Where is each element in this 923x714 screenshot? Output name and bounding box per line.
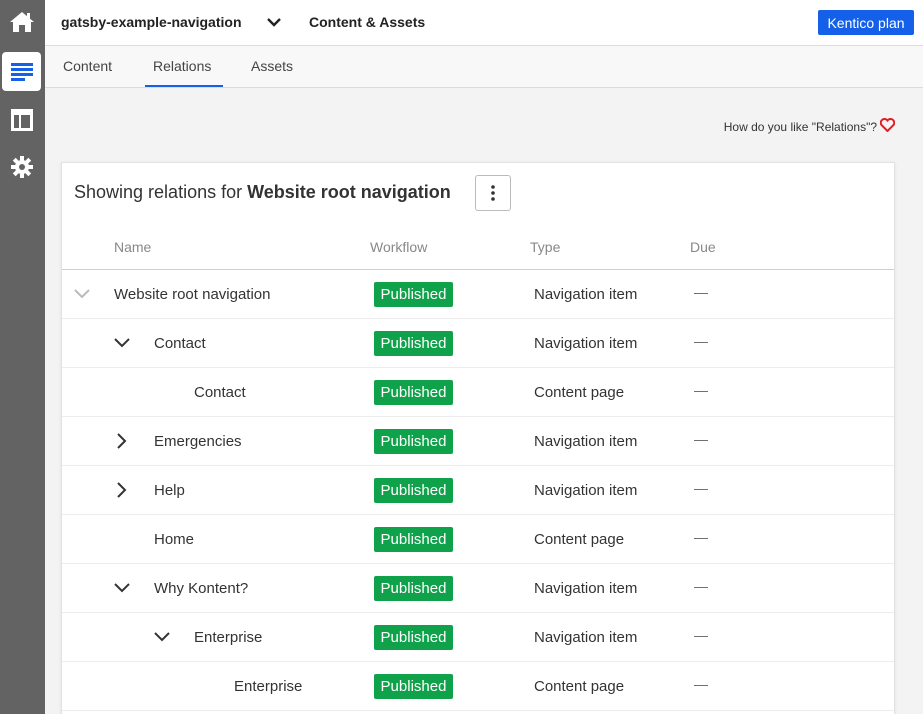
tab-content[interactable]: Content (63, 58, 112, 74)
left-rail (0, 0, 45, 714)
item-due: — (694, 529, 708, 545)
home-icon[interactable] (2, 2, 41, 41)
item-type: Content page (534, 531, 625, 548)
relation-row[interactable]: Emergencies Published Navigation item — (62, 417, 894, 466)
item-type: Content page (534, 384, 625, 401)
top-bar: gatsby-example-navigation Content & Asse… (45, 0, 923, 46)
content-models-icon[interactable] (2, 100, 41, 139)
section-name: Content & Assets (309, 14, 426, 30)
relation-row[interactable]: Contact Published Navigation item — (62, 319, 894, 368)
workflow-status-badge: Published (374, 527, 453, 552)
workflow-status-badge: Published (374, 576, 453, 601)
relation-row[interactable]: Contact Published Content page — (62, 368, 894, 417)
relation-row[interactable]: Why Kontent? Published Navigation item — (62, 564, 894, 613)
item-name[interactable]: Home (154, 531, 194, 548)
collapse-chevron-icon[interactable] (152, 627, 172, 647)
item-type: Navigation item (534, 335, 638, 352)
item-name[interactable]: Contact (194, 384, 246, 401)
workflow-status-badge: Published (374, 674, 453, 699)
panel-heading: Showing relations for Website root navig… (74, 182, 451, 203)
item-type: Navigation item (534, 580, 638, 597)
expand-chevron-icon[interactable] (112, 480, 132, 500)
collapse-chevron-icon[interactable] (112, 578, 132, 598)
workflow-status-badge: Published (374, 478, 453, 503)
feedback-link[interactable]: How do you like "Relations"? (723, 118, 896, 135)
heading-prefix: Showing relations for (74, 182, 243, 202)
item-due: — (694, 382, 708, 398)
workflow-status-badge: Published (374, 625, 453, 650)
item-name[interactable]: Why Kontent? (154, 580, 248, 597)
tab-relations[interactable]: Relations (153, 58, 211, 74)
item-type: Content page (534, 678, 625, 695)
item-name[interactable]: Help (154, 482, 185, 499)
item-type: Navigation item (534, 286, 638, 303)
item-name[interactable]: Emergencies (154, 433, 242, 450)
kebab-menu-icon (491, 185, 495, 201)
item-type: Navigation item (534, 629, 638, 646)
item-name[interactable]: Enterprise (234, 678, 302, 695)
relation-row[interactable]: Help Published Navigation item — (62, 466, 894, 515)
column-header-workflow: Workflow (370, 239, 428, 255)
heading-item-name: Website root navigation (247, 182, 451, 202)
heart-icon (879, 118, 896, 135)
workflow-status-badge: Published (374, 380, 453, 405)
item-type: Navigation item (534, 433, 638, 450)
collapse-chevron-icon[interactable] (112, 333, 132, 353)
tab-bar: Content Relations Assets (45, 46, 923, 88)
item-type: Navigation item (534, 482, 638, 499)
relation-row[interactable]: Home Published Content page — (62, 515, 894, 564)
settings-gear-icon[interactable] (2, 147, 41, 186)
item-due: — (694, 284, 708, 300)
item-due: — (694, 578, 708, 594)
item-due: — (694, 627, 708, 643)
column-header-type: Type (530, 239, 561, 255)
relation-row[interactable]: Website root navigation Published Navigati… (62, 270, 894, 319)
relation-row[interactable]: Enterprise Published Content page — (62, 662, 894, 711)
tab-assets[interactable]: Assets (251, 58, 293, 74)
relation-row[interactable]: Enterprise Published Navigation item — (62, 613, 894, 662)
item-due: — (694, 676, 708, 692)
item-name[interactable]: Contact (154, 335, 206, 352)
workflow-status-badge: Published (374, 331, 453, 356)
project-name[interactable]: gatsby-example-navigation (61, 14, 242, 30)
relations-panel: Showing relations for Website root navig… (61, 162, 895, 714)
kentico-plan-button[interactable]: Kentico plan (818, 10, 914, 35)
item-due: — (694, 431, 708, 447)
item-due: — (694, 333, 708, 349)
item-name[interactable]: Website root navigation (114, 286, 270, 303)
expand-chevron-icon[interactable] (112, 431, 132, 451)
collapse-chevron-icon (72, 284, 92, 304)
feedback-text: How do you like "Relations"? (723, 119, 877, 134)
column-header-name: Name (114, 239, 152, 255)
item-due: — (694, 480, 708, 496)
more-actions-button[interactable] (475, 175, 511, 211)
item-name[interactable]: Enterprise (194, 629, 262, 646)
content-inventory-icon[interactable] (2, 52, 41, 91)
active-tab-indicator (145, 85, 223, 87)
workflow-status-badge: Published (374, 429, 453, 454)
column-header-due: Due (690, 239, 716, 255)
workflow-status-badge: Published (374, 282, 453, 307)
project-switcher-chevron-icon[interactable] (266, 15, 282, 34)
